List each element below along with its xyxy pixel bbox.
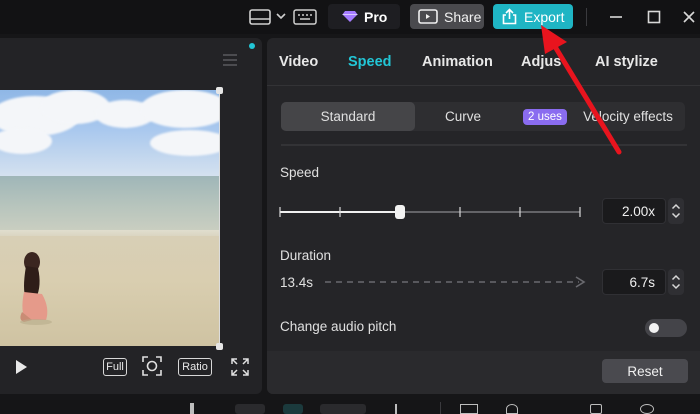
mode-curve-label: Curve [444,109,481,124]
annotation-arrow [541,25,622,155]
mode-standard[interactable]: Standard [281,102,415,131]
toggle-knob [649,323,659,333]
full-button[interactable]: Full [103,358,127,376]
speed-label: Speed [280,165,320,180]
audio-pitch-toggle[interactable] [645,319,687,337]
tab-bar: Video Speed Animation Adjus AI stylize [267,38,700,86]
share-button[interactable]: Share [410,4,484,29]
crop-handle[interactable] [216,87,223,94]
duration-value: 6.7s [629,274,655,290]
person-figure [20,252,52,325]
tab-video[interactable]: Video [279,54,318,70]
export-upload-icon [502,8,517,25]
speed-value: 2.00x [621,203,655,219]
tab-animation[interactable]: Animation [422,54,493,70]
share-screen-icon [418,9,438,24]
video-preview[interactable] [0,90,220,346]
speed-slider[interactable] [279,202,583,222]
audio-pitch-label: Change audio pitch [280,319,397,334]
duration-arrow [325,276,586,288]
duration-stepper[interactable] [668,269,684,295]
duration-label: Duration [280,248,332,263]
reset-label: Reset [627,363,663,379]
layout-icon[interactable] [248,7,272,27]
speed-value-field[interactable]: 2.00x [602,198,666,224]
diamond-icon [342,11,358,22]
speed-slider-thumb [395,205,405,219]
maximize-icon[interactable] [642,7,666,27]
duration-value-field[interactable]: 6.7s [602,269,666,295]
timeline-strip [0,400,700,414]
pro-button[interactable]: Pro [328,4,400,29]
properties-panel: Video Speed Animation Adjus AI stylize S… [267,38,700,394]
share-label: Share [444,8,482,25]
close-icon[interactable] [678,7,700,27]
reset-button[interactable]: Reset [602,359,688,383]
tab-speed[interactable]: Speed [348,54,392,70]
mode-curve[interactable]: Curve [431,102,495,131]
full-label: Full [106,361,124,373]
duration-original: 13.4s [280,275,314,290]
fullscreen-icon[interactable] [231,358,249,376]
ratio-label: Ratio [182,361,208,373]
pro-label: Pro [364,8,388,25]
mode-standard-label: Standard [320,109,376,124]
focus-icon[interactable] [142,356,162,376]
chevron-down-icon[interactable] [275,8,287,24]
crop-handle[interactable] [216,343,223,350]
status-dot [249,43,255,49]
keyboard-icon[interactable] [292,7,318,27]
panel-footer: Reset [267,351,700,394]
play-icon[interactable] [14,359,30,377]
ratio-button[interactable]: Ratio [178,358,212,376]
speed-stepper[interactable] [668,198,684,224]
player-panel: Full Ratio [0,38,262,394]
menu-icon[interactable] [222,53,238,67]
